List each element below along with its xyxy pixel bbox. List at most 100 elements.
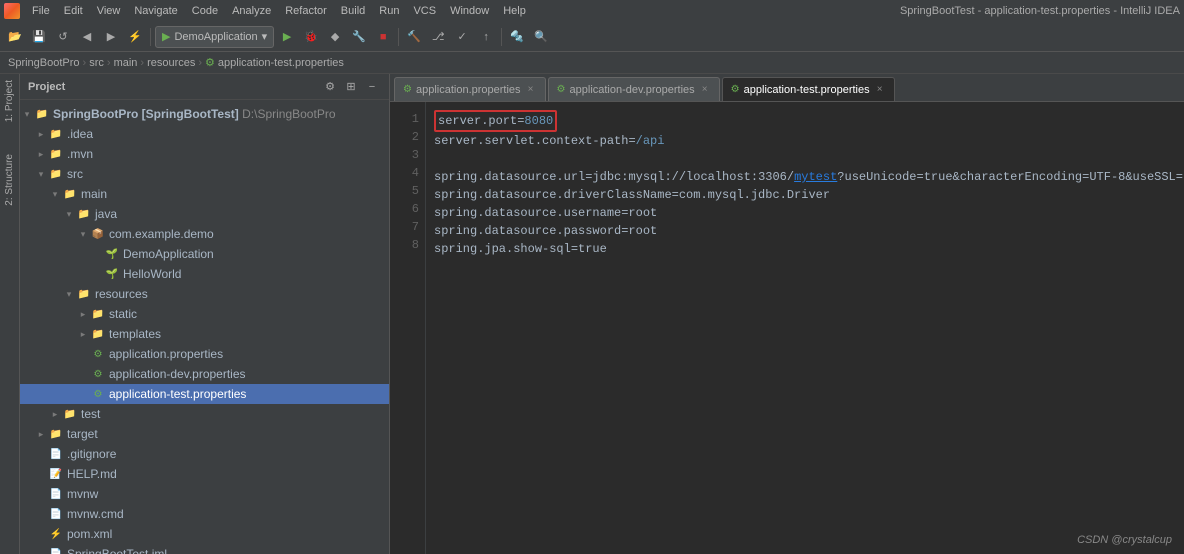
tree-item-mvnwcmd[interactable]: 📄 mvnw.cmd: [20, 504, 389, 524]
resources-folder-icon: 📁: [76, 286, 92, 302]
tree-arrow-mvn: [34, 147, 48, 161]
helpmd-icon: 📝: [48, 466, 64, 482]
tree-label-test: test: [81, 407, 385, 421]
menu-navigate[interactable]: Navigate: [128, 3, 183, 19]
tree-item-app-props[interactable]: ⚙ application.properties: [20, 344, 389, 364]
tab-application-properties[interactable]: ⚙ application.properties ×: [394, 77, 546, 101]
sidebar: Project ⚙ ⊞ − 📁 SpringBootPro [SpringBoo…: [20, 74, 390, 554]
tree-arrow-demoapp: [90, 247, 104, 261]
tab-close-app-props[interactable]: ×: [525, 84, 537, 96]
tree-label-gitignore: .gitignore: [67, 447, 385, 461]
menu-edit[interactable]: Edit: [58, 3, 89, 19]
toolbar-back-btn[interactable]: ◀: [76, 26, 98, 48]
menu-analyze[interactable]: Analyze: [226, 3, 277, 19]
tab-icon-app-props: ⚙: [403, 84, 412, 95]
sidebar-layout-btn[interactable]: ⊞: [342, 78, 360, 96]
tree-label-static: static: [109, 307, 385, 321]
breadcrumb-main[interactable]: main: [114, 57, 138, 69]
tree-item-helloworld[interactable]: 🌱 HelloWorld: [20, 264, 389, 284]
tree-item-mvn[interactable]: 📁 .mvn: [20, 144, 389, 164]
tree-arrow-main: [48, 187, 62, 201]
sidebar-settings-btn[interactable]: ⚙: [321, 78, 339, 96]
tree-arrow-java: [62, 207, 76, 221]
tree-arrow-helloworld: [90, 267, 104, 281]
tree-item-mvnw[interactable]: 📄 mvnw: [20, 484, 389, 504]
toolbar-commit-btn[interactable]: ✓: [451, 26, 473, 48]
tab-application-dev-properties[interactable]: ⚙ application-dev.properties ×: [548, 77, 720, 101]
run-config-selector[interactable]: ▶ DemoApplication ▾: [155, 26, 274, 48]
tree-arrow-mvnwcmd: [34, 507, 48, 521]
tree-arrow-mvnw: [34, 487, 48, 501]
toolbar-run-btn[interactable]: ▶: [276, 26, 298, 48]
toolbar-run-action-btn[interactable]: ⚡: [124, 26, 146, 48]
tree-label-resources: resources: [95, 287, 385, 301]
toolbar-coverage-btn[interactable]: ◆: [324, 26, 346, 48]
menu-window[interactable]: Window: [444, 3, 495, 19]
tree-item-helpmd[interactable]: 📝 HELP.md: [20, 464, 389, 484]
tree-item-resources[interactable]: 📁 resources: [20, 284, 389, 304]
app-logo: [4, 3, 20, 19]
tree-label-iml: SpringBootTest.iml: [67, 547, 385, 554]
toolbar-open-btn[interactable]: 📂: [4, 26, 26, 48]
tree-item-pomxml[interactable]: ⚡ pom.xml: [20, 524, 389, 544]
code-line-8: spring.jpa.show-sql=true: [434, 240, 1176, 258]
tree-item-src[interactable]: 📁 src: [20, 164, 389, 184]
code-line-4: spring.datasource.url=jdbc:mysql://local…: [434, 168, 1176, 186]
tab-application-test-properties[interactable]: ⚙ application-test.properties ×: [722, 77, 895, 101]
left-panel-structure[interactable]: 2: Structure: [2, 148, 17, 212]
tree-item-test-props[interactable]: ⚙ application-test.properties: [20, 384, 389, 404]
tab-close-dev-props[interactable]: ×: [699, 84, 711, 96]
menu-vcs[interactable]: VCS: [407, 3, 442, 19]
main-folder-icon: 📁: [62, 186, 78, 202]
tree-item-idea[interactable]: 📁 .idea: [20, 124, 389, 144]
tree-arrow-target: [34, 427, 48, 441]
sidebar-header: Project ⚙ ⊞ −: [20, 74, 389, 100]
tree-item-java[interactable]: 📁 java: [20, 204, 389, 224]
toolbar-debug-btn[interactable]: 🐞: [300, 26, 322, 48]
editor-content[interactable]: server.port=8080 server.servlet.context-…: [426, 102, 1184, 554]
tree-item-iml[interactable]: 📄 SpringBootTest.iml: [20, 544, 389, 554]
project-icon: 📁: [34, 106, 50, 122]
line-numbers: 1 2 3 4 5 6 7 8: [390, 102, 426, 554]
menu-run[interactable]: Run: [373, 3, 405, 19]
breadcrumb-src[interactable]: src: [89, 57, 104, 69]
breadcrumb-resources[interactable]: resources: [147, 57, 195, 69]
tab-close-test-props[interactable]: ×: [874, 84, 886, 96]
tree-item-root[interactable]: 📁 SpringBootPro [SpringBootTest] D:\Spri…: [20, 104, 389, 124]
tree-arrow-gitignore: [34, 447, 48, 461]
toolbar-push-btn[interactable]: ↑: [475, 26, 497, 48]
tree-item-target[interactable]: 📁 target: [20, 424, 389, 444]
toolbar-stop-btn[interactable]: ■: [372, 26, 394, 48]
tree-item-test[interactable]: 📁 test: [20, 404, 389, 424]
menu-build[interactable]: Build: [335, 3, 371, 19]
sidebar-expand-btn[interactable]: −: [363, 78, 381, 96]
tree-item-demoapp[interactable]: 🌱 DemoApplication: [20, 244, 389, 264]
tree-item-main[interactable]: 📁 main: [20, 184, 389, 204]
tree-item-dev-props[interactable]: ⚙ application-dev.properties: [20, 364, 389, 384]
tree-item-static[interactable]: 📁 static: [20, 304, 389, 324]
menu-file[interactable]: File: [26, 3, 56, 19]
toolbar-sync-btn[interactable]: ↺: [52, 26, 74, 48]
toolbar-wrench-btn[interactable]: 🔩: [506, 26, 528, 48]
tree-item-templates[interactable]: 📁 templates: [20, 324, 389, 344]
toolbar-profile-btn[interactable]: 🔧: [348, 26, 370, 48]
menu-help[interactable]: Help: [497, 3, 532, 19]
toolbar-vcs-btn[interactable]: ⎇: [427, 26, 449, 48]
tree-label-package: com.example.demo: [109, 227, 385, 241]
tree-item-gitignore[interactable]: 📄 .gitignore: [20, 444, 389, 464]
toolbar-search-btn[interactable]: 🔍: [530, 26, 552, 48]
tree-label-mvn: .mvn: [67, 147, 385, 161]
breadcrumb-springbootpro[interactable]: SpringBootPro: [8, 57, 80, 69]
toolbar-forward-btn[interactable]: ▶: [100, 26, 122, 48]
toolbar-build2-btn[interactable]: 🔨: [403, 26, 425, 48]
menu-view[interactable]: View: [91, 3, 127, 19]
tree-label-root: SpringBootPro [SpringBootTest] D:\Spring…: [53, 107, 385, 121]
tree-item-package[interactable]: 📦 com.example.demo: [20, 224, 389, 244]
toolbar-save-btn[interactable]: 💾: [28, 26, 50, 48]
menu-code[interactable]: Code: [186, 3, 224, 19]
menu-refactor[interactable]: Refactor: [279, 3, 333, 19]
tree-label-pomxml: pom.xml: [67, 527, 385, 541]
left-panel-project[interactable]: 1: Project: [2, 74, 17, 128]
breadcrumb-file[interactable]: application-test.properties: [218, 57, 344, 69]
code-line-5: spring.datasource.driverClassName=com.my…: [434, 186, 1176, 204]
